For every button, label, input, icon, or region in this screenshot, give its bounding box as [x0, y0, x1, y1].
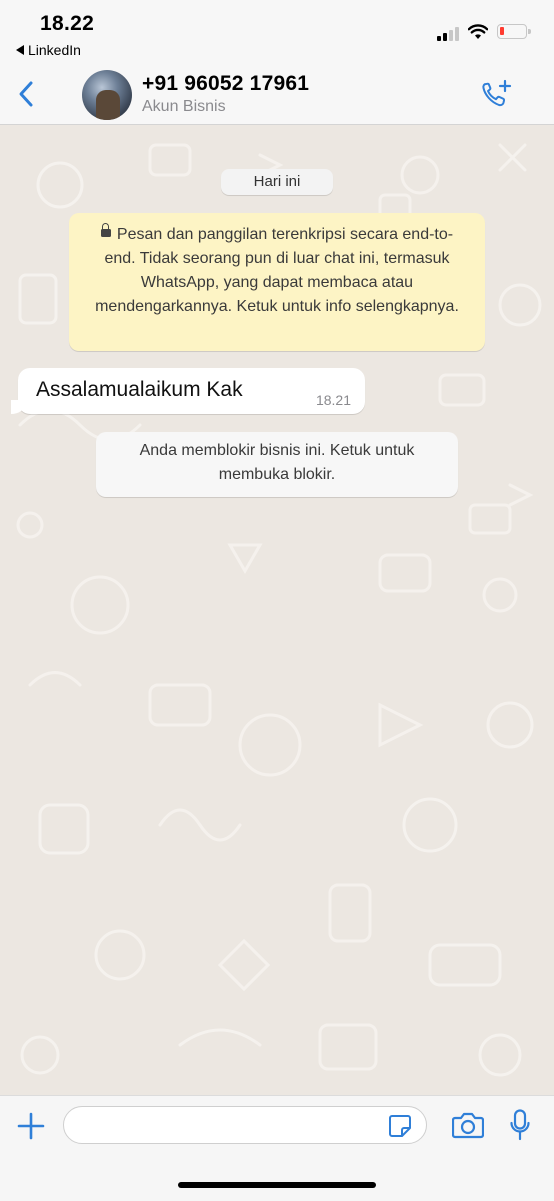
contact-name[interactable]: +91 96052 17961	[142, 72, 309, 96]
date-separator: Hari ini	[221, 169, 333, 195]
chevron-left-icon[interactable]	[14, 78, 40, 110]
input-bar	[0, 1095, 554, 1201]
battery-level	[500, 27, 504, 35]
message-input[interactable]	[63, 1106, 427, 1144]
back-to-app-link[interactable]: LinkedIn	[16, 42, 81, 58]
home-indicator[interactable]	[178, 1182, 376, 1188]
chat-area[interactable]: Hari ini Pesan dan panggilan terenkripsi…	[0, 125, 554, 1095]
microphone-icon[interactable]	[510, 1109, 530, 1141]
cellular-signal-icon	[437, 27, 459, 41]
plus-icon[interactable]	[16, 1111, 46, 1141]
encryption-notice[interactable]: Pesan dan panggilan terenkripsi secara e…	[69, 213, 485, 351]
sticker-icon[interactable]	[388, 1114, 412, 1138]
status-bar: 18.22 LinkedIn	[0, 0, 554, 64]
camera-icon[interactable]	[452, 1111, 484, 1139]
lock-icon	[100, 222, 111, 237]
incoming-message-bubble[interactable]: Assalamualaikum Kak 18.21	[11, 368, 365, 414]
avatar[interactable]	[82, 70, 132, 120]
status-time: 18.22	[40, 12, 95, 35]
encryption-notice-text: Pesan dan panggilan terenkripsi secara e…	[95, 226, 459, 315]
back-app-label: LinkedIn	[28, 42, 81, 58]
blocked-business-notice[interactable]: Anda memblokir bisnis ini. Ketuk untuk m…	[96, 432, 458, 497]
wifi-icon	[468, 24, 488, 39]
back-triangle-icon	[16, 45, 24, 55]
phone-plus-icon[interactable]	[480, 78, 514, 110]
chat-header: +91 96052 17961 Akun Bisnis	[0, 64, 554, 125]
message-time: 18.21	[315, 392, 351, 408]
message-text: Assalamualaikum Kak	[36, 378, 243, 401]
battery-icon	[497, 24, 531, 39]
contact-subtitle[interactable]: Akun Bisnis	[142, 98, 226, 116]
